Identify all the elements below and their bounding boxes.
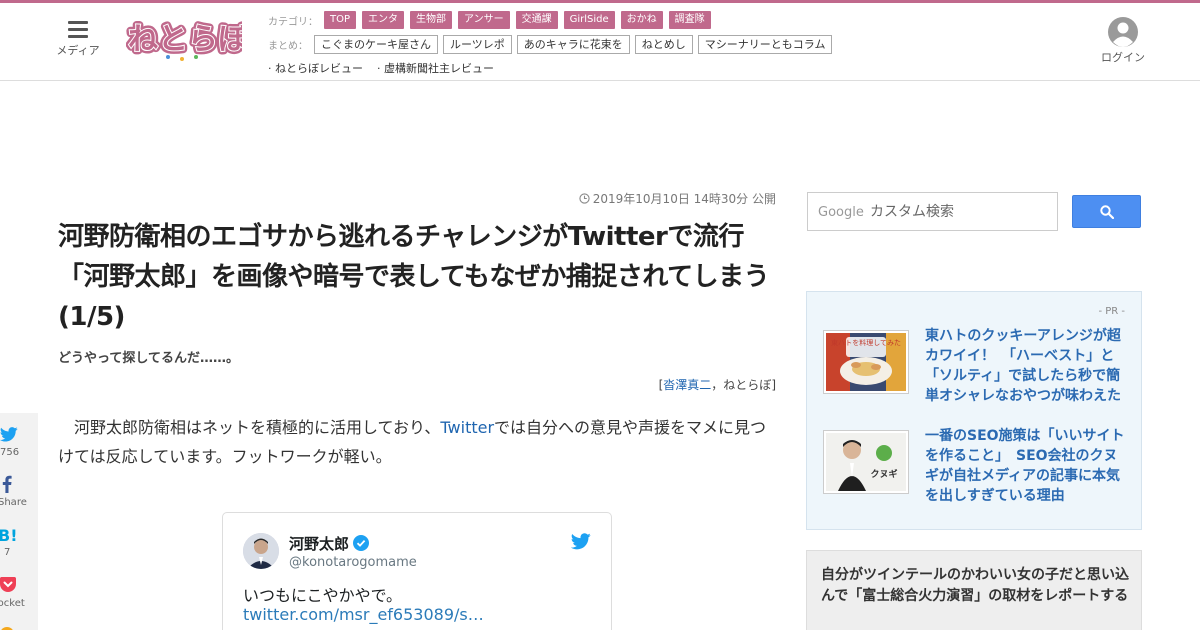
link-kyoko-review[interactable]: · 虚構新聞社主レビュー xyxy=(377,60,494,76)
share-hatena-button[interactable]: B! 7 xyxy=(0,527,38,567)
summary-tag-machinery[interactable]: マシーナリーともコラム xyxy=(697,34,833,54)
summary-tag-roots[interactable]: ルーツレポ xyxy=(443,34,512,54)
google-brand-label: Google xyxy=(818,205,864,220)
category-tag-kotsuka[interactable]: 交通課 xyxy=(515,11,558,29)
paragraph-text-pre: 河野太郎防衛相はネットを積極的に活用しており、 xyxy=(74,418,441,437)
summary-tag-hanataba[interactable]: あのキャラに花束を xyxy=(516,34,630,54)
tweet-avatar[interactable] xyxy=(243,533,279,569)
byline-bracket-close: ] xyxy=(771,378,776,392)
tweet-link[interactable]: twitter.com/msr_ef653089/s… xyxy=(243,605,484,624)
twitter-bird-icon[interactable] xyxy=(571,533,591,550)
person-portrait-photo: クヌギ xyxy=(826,433,906,491)
summary-row: まとめ： こぐまのケーキ屋さん ルーツレポ あのキャラに花束を ねとめし マシー… xyxy=(268,33,988,55)
category-tag-answer[interactable]: アンサー xyxy=(458,11,510,29)
tweet-author-name-text: 河野太郎 xyxy=(289,535,350,553)
byline: [沓澤真二，ねとらぼ] xyxy=(58,376,776,393)
share-facebook-button[interactable]: Share xyxy=(0,475,38,515)
share-facebook-label: Share xyxy=(0,497,27,508)
pr-thumbnail[interactable]: 東ハトを料理してみた xyxy=(823,330,909,394)
login-button[interactable]: ログイン xyxy=(1098,17,1148,65)
hamburger-icon xyxy=(68,21,88,38)
summary-heading: まとめ： xyxy=(268,40,308,52)
pr-item[interactable]: 東ハトを料理してみた 東ハトのクッキーアレンジが超カワイイ！ 「ハーベスト」と「… xyxy=(823,328,1127,404)
article-paragraph: 河野太郎防衛相はネットを積極的に活用しており、Twitterでは自分への意見や声… xyxy=(58,413,776,471)
share-pocket-label: Pocket xyxy=(0,598,25,609)
publish-date-text: 2019年10月10日 14時30分 公開 xyxy=(592,192,776,206)
site-header: メディア ねとらぼ ねとらぼ ねとらぼ カテゴリ： TOP エンタ 生物部 アン… xyxy=(0,3,1200,81)
article: 2019年10月10日 14時30分 公開 河野防衛相のエゴサから逃れるチャレン… xyxy=(58,190,776,471)
cookie-dessert-photo: 東ハトを料理してみた xyxy=(826,333,906,391)
svg-text:ねとらぼ: ねとらぼ xyxy=(128,22,242,57)
pr-item-title[interactable]: 東ハトのクッキーアレンジが超カワイイ！ 「ハーベスト」と「ソルティ」で試したら秒… xyxy=(925,326,1129,406)
share-twitter-count: 756 xyxy=(0,447,20,458)
twitter-bird-icon xyxy=(0,427,18,442)
clock-icon xyxy=(579,193,590,204)
summary-tag-koguma[interactable]: こぐまのケーキ屋さん xyxy=(314,34,438,54)
author-link[interactable]: 沓澤真二 xyxy=(663,378,711,392)
search-icon xyxy=(1100,205,1114,219)
share-hatena-count: 7 xyxy=(4,547,11,558)
hatena-bookmark-icon: B! xyxy=(0,527,18,543)
category-row: カテゴリ： TOP エンタ 生物部 アンサー 交通課 GirlSide おかね … xyxy=(268,9,988,31)
summary-tag-netomeshi[interactable]: ねとめし xyxy=(634,34,693,54)
user-avatar-icon xyxy=(1108,17,1138,47)
facebook-icon xyxy=(2,475,12,493)
pr-thumb-caption: 東ハトを料理してみた xyxy=(831,338,901,347)
twitter-link[interactable]: Twitter xyxy=(440,418,494,437)
pr-thumb-caption: クヌギ xyxy=(870,468,897,480)
category-heading: カテゴリ： xyxy=(268,16,318,28)
link-netorabo-review[interactable]: · ねとらぼレビュー xyxy=(268,60,363,76)
svg-text:B!: B! xyxy=(0,527,18,543)
search-button[interactable] xyxy=(1072,195,1141,228)
media-menu-label: メディア xyxy=(56,44,100,57)
custom-search-box: Google xyxy=(807,192,1058,231)
global-nav: カテゴリ： TOP エンタ 生物部 アンサー 交通課 GirlSide おかね … xyxy=(268,9,988,81)
tweet-text: いつもにこやかやで。 xyxy=(243,586,403,605)
pr-thumbnail[interactable]: クヌギ xyxy=(823,430,909,494)
category-tag-okane[interactable]: おかね xyxy=(620,11,663,29)
site-logo[interactable]: ねとらぼ ねとらぼ ねとらぼ xyxy=(126,13,242,65)
share-pocket-button[interactable]: Pocket xyxy=(0,577,38,617)
article-subtitle: どうやって探してるんだ……。 xyxy=(58,351,239,366)
category-tag-girlside[interactable]: GirlSide xyxy=(563,11,615,29)
review-links-row: · ねとらぼレビュー · 虚構新聞社主レビュー xyxy=(268,57,988,79)
article-title: 河野防衛相のエゴサから逃れるチャレンジがTwitterで流行 「河野太郎」を画像… xyxy=(58,222,770,332)
verified-badge-icon xyxy=(353,535,370,551)
login-label: ログイン xyxy=(1101,51,1145,64)
tweet-author-handle[interactable]: @konotarogomame xyxy=(289,555,417,570)
share-bar: 756 Share B! 7 Pocket xyxy=(0,413,38,630)
category-tag-top[interactable]: TOP xyxy=(324,11,357,29)
tweet-author-name[interactable]: 河野太郎 xyxy=(289,533,370,554)
byline-site: ねとらぼ xyxy=(723,378,772,392)
byline-separator: ， xyxy=(711,378,724,392)
embedded-tweet[interactable]: 河野太郎 @konotarogomame いつもにこやかやで。 twitter.… xyxy=(222,512,612,630)
pr-item-title[interactable]: 一番のSEO施策は「いいサイトを作ること」 SEO会社のクヌギが自社メディアの記… xyxy=(925,426,1129,506)
category-tag-enta[interactable]: エンタ xyxy=(362,11,405,29)
share-twitter-button[interactable]: 756 xyxy=(0,427,38,467)
pocket-icon xyxy=(0,577,16,592)
person-photo-icon xyxy=(243,533,279,569)
related-article-title[interactable]: 自分がツインテールのかわいい女の子だと思い込んで「富士総合火力演習」の取材をレポ… xyxy=(821,565,1131,607)
publish-date: 2019年10月10日 14時30分 公開 xyxy=(58,190,776,207)
pr-item[interactable]: クヌギ 一番のSEO施策は「いいサイトを作ること」 SEO会社のクヌギが自社メデ… xyxy=(823,428,1127,504)
pr-box: - PR - 東ハトを料理してみた 東ハトのクッキーアレンジが超カワイイ！ 「ハ… xyxy=(806,291,1142,530)
pr-label: - PR - xyxy=(1098,306,1125,317)
category-tag-chosatai[interactable]: 調査隊 xyxy=(668,11,711,29)
category-tag-seibutsubu[interactable]: 生物部 xyxy=(410,11,453,29)
custom-search-input[interactable] xyxy=(870,200,1050,224)
related-article-card[interactable]: 自分がツインテールのかわいい女の子だと思い込んで「富士総合火力演習」の取材をレポ… xyxy=(806,550,1142,630)
media-menu-button[interactable]: メディア xyxy=(52,21,104,58)
